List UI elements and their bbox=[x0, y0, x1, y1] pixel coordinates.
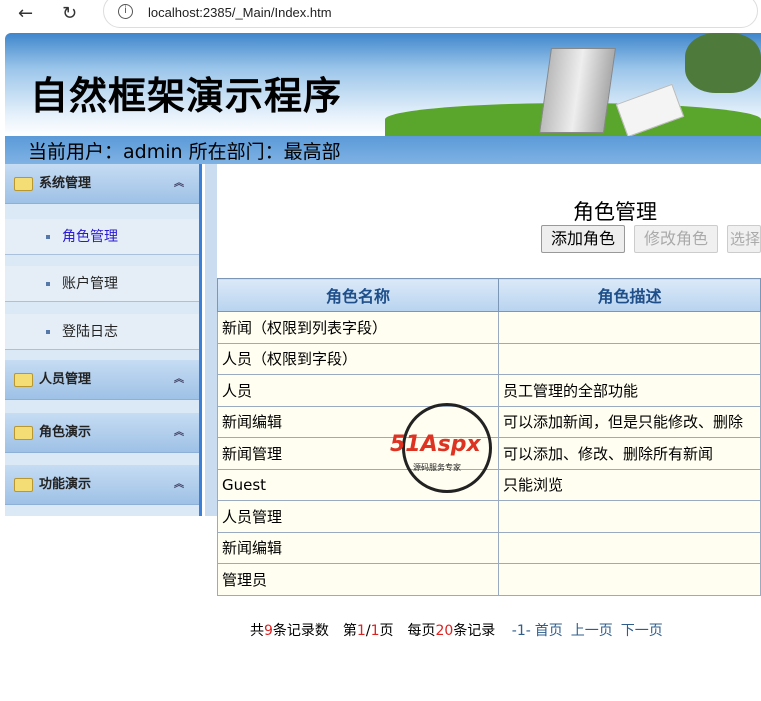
role-description-cell: 可以添加新闻，但是只能修改、删除 bbox=[498, 405, 761, 438]
sidebar-splitter[interactable] bbox=[205, 164, 217, 516]
select-button[interactable]: 选择 bbox=[727, 225, 761, 253]
role-description-cell bbox=[498, 500, 761, 533]
pager-text: 条记录 bbox=[453, 623, 496, 639]
sidebar-group-system[interactable]: 系统管理 ︽ bbox=[5, 164, 199, 204]
sidebar-item-account-management[interactable]: 账户管理 bbox=[5, 266, 199, 302]
sidebar-group-function-demo[interactable]: 功能演示 ︽ bbox=[5, 465, 199, 505]
tree-image bbox=[685, 33, 761, 93]
folder-icon bbox=[14, 177, 33, 191]
chevron-up-icon[interactable]: ︽ bbox=[174, 360, 184, 400]
role-name-cell: 人员管理 bbox=[217, 500, 499, 533]
role-name-cell: 新闻编辑 bbox=[217, 531, 499, 564]
group-label: 功能演示 bbox=[39, 477, 92, 492]
watermark-subtext: 源码服务专家 bbox=[413, 463, 461, 472]
folder-icon bbox=[14, 426, 33, 440]
sidebar: 系统管理 ︽ 角色管理 账户管理 登陆日志 人员管理 ︽ 角色演示 ︽ 功能演示 ︽ bbox=[5, 164, 202, 516]
header-banner: 自然框架演示程序 bbox=[5, 33, 761, 138]
role-name-cell: 管理员 bbox=[217, 563, 499, 596]
total-count: 9 bbox=[264, 623, 273, 639]
pager: 共9条记录数 第1/1页 每页20条记录 -1- 首页 上一页 下一页 bbox=[250, 620, 761, 640]
table-row[interactable]: 新闻（权限到列表字段） bbox=[217, 311, 761, 344]
role-description-cell bbox=[498, 311, 761, 344]
bullet-icon bbox=[46, 235, 50, 239]
browser-toolbar: ← ↻ i localhost:2385/_Main/Index.htm bbox=[0, 0, 761, 30]
folder-icon bbox=[14, 373, 33, 387]
role-description-cell bbox=[498, 342, 761, 375]
column-header-description[interactable]: 角色描述 bbox=[498, 278, 761, 312]
add-role-button[interactable]: 添加角色 bbox=[541, 225, 626, 253]
edit-role-button[interactable]: 修改角色 bbox=[634, 225, 719, 253]
table-row[interactable]: 人员管理 bbox=[217, 500, 761, 533]
table-row[interactable]: 新闻编辑 bbox=[217, 531, 761, 564]
role-description-cell bbox=[498, 531, 761, 564]
reload-icon[interactable]: ↻ bbox=[62, 3, 77, 24]
info-icon[interactable]: i bbox=[118, 4, 133, 19]
item-label: 角色管理 bbox=[62, 229, 118, 245]
per-page: 20 bbox=[435, 623, 454, 639]
role-description-cell: 员工管理的全部功能 bbox=[498, 374, 761, 407]
watermark-text: 51Aspx bbox=[390, 432, 481, 457]
current-page: 1 bbox=[356, 623, 366, 639]
column-header-name[interactable]: 角色名称 bbox=[217, 278, 499, 312]
sidebar-group-personnel[interactable]: 人员管理 ︽ bbox=[5, 360, 199, 400]
group-label: 角色演示 bbox=[39, 425, 92, 440]
watermark-logo: 51Aspx 源码服务专家 bbox=[390, 403, 492, 493]
role-description-cell: 可以添加、修改、删除所有新闻 bbox=[498, 437, 761, 470]
laptop-image bbox=[539, 48, 616, 133]
sidebar-item-login-log[interactable]: 登陆日志 bbox=[5, 314, 199, 350]
role-description-cell: 只能浏览 bbox=[498, 468, 761, 501]
user-info: 当前用户：admin 所在部门：最高部 bbox=[5, 136, 761, 164]
pager-text: 共 bbox=[250, 623, 264, 639]
table-row[interactable]: Guest 只能浏览 bbox=[217, 468, 761, 501]
page-title: 角色管理 bbox=[573, 200, 657, 224]
folder-icon bbox=[14, 478, 33, 492]
first-page-link[interactable]: 首页 bbox=[535, 623, 563, 639]
table-row[interactable]: 人员（权限到字段） bbox=[217, 342, 761, 375]
bullet-icon bbox=[46, 330, 50, 334]
back-icon[interactable]: ← bbox=[18, 3, 33, 24]
pager-text: 页 每页 bbox=[379, 623, 436, 639]
role-name-cell: 人员 bbox=[217, 374, 499, 407]
pager-text: 条记录数 第 bbox=[272, 623, 357, 639]
sidebar-item-role-management[interactable]: 角色管理 bbox=[5, 219, 199, 255]
sidebar-group-role-demo[interactable]: 角色演示 ︽ bbox=[5, 413, 199, 453]
chevron-up-icon[interactable]: ︽ bbox=[174, 465, 184, 505]
page-link-1[interactable]: -1- bbox=[512, 623, 531, 639]
group-label: 系统管理 bbox=[39, 176, 92, 191]
role-description-cell bbox=[498, 563, 761, 596]
group-label: 人员管理 bbox=[39, 372, 92, 387]
chevron-up-icon[interactable]: ︽ bbox=[174, 164, 184, 204]
role-name-cell: 新闻（权限到列表字段） bbox=[217, 311, 499, 344]
prev-page-link[interactable]: 上一页 bbox=[571, 623, 613, 639]
table-row[interactable]: 管理员 bbox=[217, 563, 761, 596]
bullet-icon bbox=[46, 282, 50, 286]
url-text[interactable]: localhost:2385/_Main/Index.htm bbox=[148, 5, 332, 20]
app-title: 自然框架演示程序 bbox=[30, 74, 343, 118]
table-row[interactable]: 人员 员工管理的全部功能 bbox=[217, 374, 761, 407]
item-label: 登陆日志 bbox=[62, 324, 118, 340]
role-name-cell: 人员（权限到字段） bbox=[217, 342, 499, 375]
chevron-up-icon[interactable]: ︽ bbox=[174, 413, 184, 453]
next-page-link[interactable]: 下一页 bbox=[621, 623, 663, 639]
item-label: 账户管理 bbox=[62, 276, 118, 292]
